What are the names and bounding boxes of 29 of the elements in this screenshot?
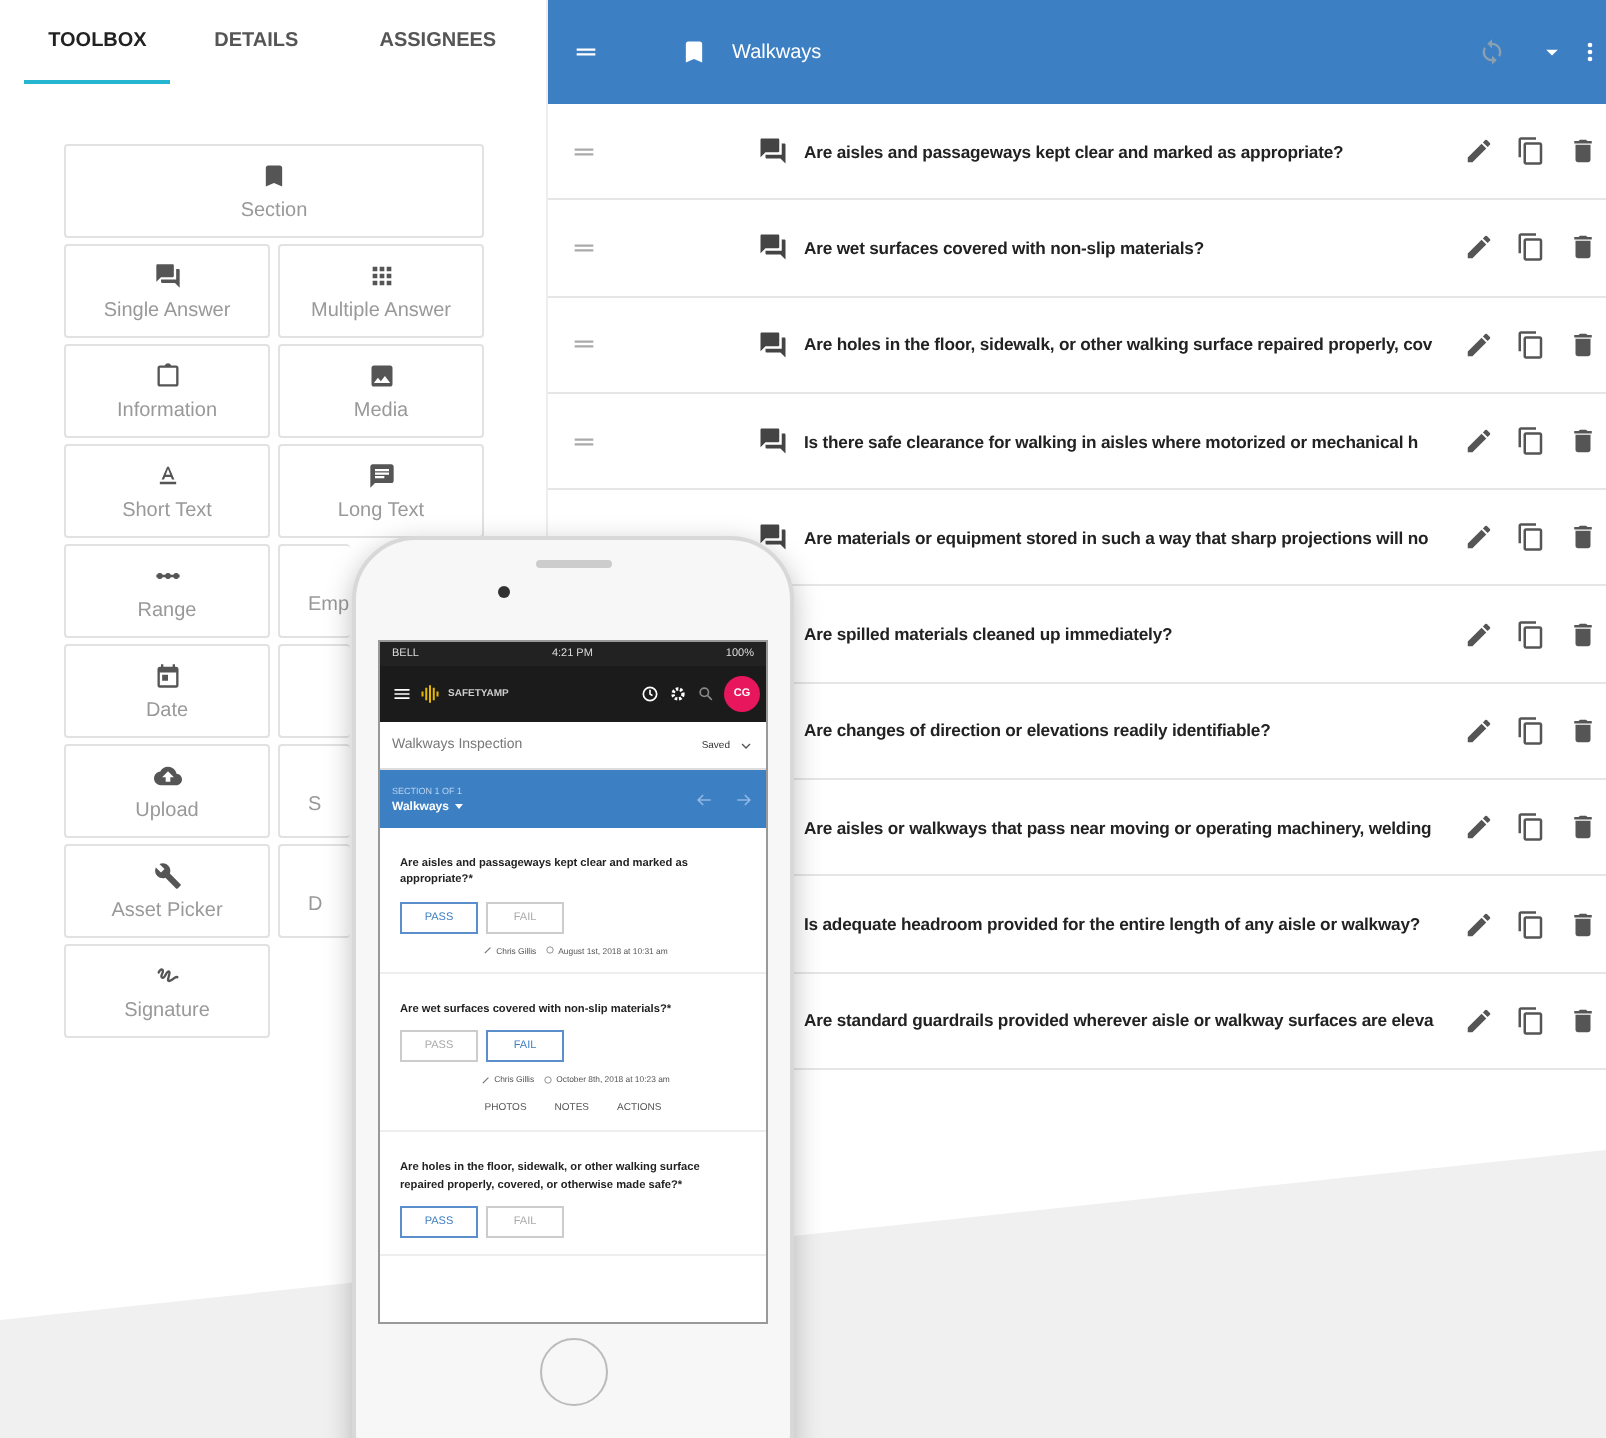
toolbox-tile[interactable]: Signature [64,944,270,1038]
section-title: Walkways [732,41,824,63]
question-text: Is adequate headroom provided for the entire length of any aisle or walkway? [804,914,1423,935]
toolbox-tile[interactable]: Short Text [64,444,270,538]
toolbox-tile[interactable]: Emp [278,544,350,638]
toolbox-tile[interactable]: Single Answer [64,244,270,338]
question-text: Is there safe clearance for walking in aisles where motorized or mechanical h [804,431,1421,452]
question-text: Are aisles or walkways that pass near moving or operating machinery, welding [804,817,1434,838]
tab[interactable]: TOOLBOX [24,0,171,84]
toolbox-tile[interactable]: Section [64,144,484,238]
toolbox-tile[interactable]: Range [64,544,270,638]
question-text: Are spilled materials cleaned up immediately? [804,624,1175,645]
question-text: Are changes of direction or elevations readily identifiable? [804,720,1273,741]
tab[interactable]: ASSIGNEES [341,0,534,84]
toolbox-tile[interactable]: Upload [64,744,270,838]
toolbox-tile[interactable]: Information [64,344,270,438]
question-text: Are materials or equipment stored in such a way that sharp projections will no [804,527,1431,548]
toolbox-tile[interactable]: Long Text [278,444,484,538]
question-text: Are aisles and passageways kept clear and marked as appropriate? [804,141,1346,162]
toolbox-tile[interactable]: Asset Picker [64,844,270,938]
question-text: Are holes in the floor, sidewalk, or other walking surface repaired properly, cov [804,334,1435,355]
toolbox-tile[interactable]: Multiple Answer [278,244,484,338]
toolbox-tile[interactable]: S [278,744,350,838]
question-text: Are wet surfaces covered with non-slip materials? [804,237,1206,258]
tab[interactable]: DETAILS [182,0,330,84]
question-text: Are standard guardrails provided wherever aisle or walkway surfaces are eleva [804,1010,1436,1031]
toolbox-tile[interactable]: D [278,844,350,938]
toolbox-tile[interactable]: Media [278,344,484,438]
toolbox-tile[interactable]: Date [64,644,270,738]
